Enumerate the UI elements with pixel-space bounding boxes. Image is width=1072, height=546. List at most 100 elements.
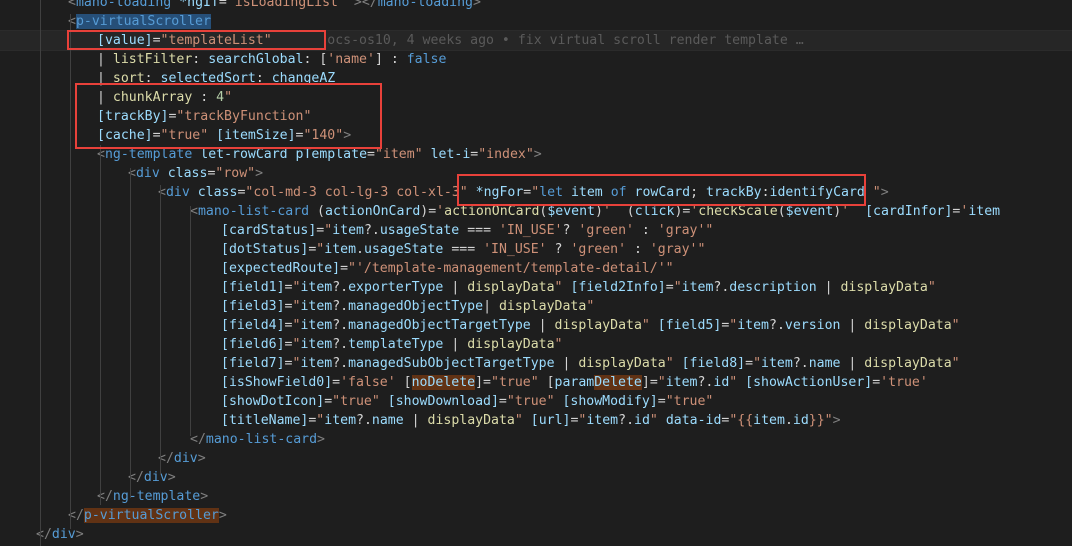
code-line[interactable]: </ng-template> <box>0 487 1072 506</box>
code-token: searchGlobal <box>208 52 304 67</box>
code-token: " <box>514 413 523 428</box>
code-token: changeAZ <box>271 71 336 86</box>
code-token: ? <box>546 242 571 257</box>
code-token: " <box>649 413 658 428</box>
code-token: item <box>968 204 1001 219</box>
code-token: = <box>498 394 507 409</box>
code-line[interactable]: <mano-loading *ngIf="isLoadingList" ></m… <box>0 0 1072 12</box>
code-token: item <box>665 375 698 390</box>
code-token: </ <box>190 432 206 447</box>
code-token: [trackBy] <box>97 109 169 124</box>
code-line[interactable]: | sort: selectedSort: changeAZ <box>0 69 1072 88</box>
code-token: param <box>554 375 595 390</box>
code-token: usageState <box>379 223 460 238</box>
code-token: div <box>165 185 190 200</box>
code-token: displayData <box>554 318 642 333</box>
code-line[interactable]: <ng-template let-rowCard pTemplate="item… <box>0 145 1072 164</box>
code-line[interactable]: <div class="row"> <box>0 164 1072 183</box>
code-token: displayData <box>427 413 515 428</box>
code-token: > <box>75 527 84 542</box>
code-token: ' <box>841 204 850 219</box>
code-token: | <box>840 318 865 333</box>
code-token: ; <box>690 185 707 200</box>
code-token: "trackByFunction" <box>176 109 312 124</box>
code-line[interactable]: | chunkArray : 4" <box>0 88 1072 107</box>
code-token: | <box>97 52 113 67</box>
code-token: ?. <box>363 223 380 238</box>
code-token: " <box>697 242 706 257</box>
code-token: }}" <box>808 413 833 428</box>
code-token: 'gray' <box>649 242 698 257</box>
code-token: > <box>343 128 352 143</box>
code-token: > <box>473 0 481 10</box>
code-token: > <box>880 185 889 200</box>
code-token: item <box>324 242 357 257</box>
code-token: | <box>443 280 468 295</box>
code-token: ?. <box>618 413 635 428</box>
code-token: [field5] <box>657 318 722 333</box>
code-token: ?. <box>769 318 785 333</box>
code-token: ' <box>602 204 611 219</box>
code-token: 'IN_USE' <box>483 242 547 257</box>
code-line[interactable]: <p-virtualScroller <box>0 12 1072 31</box>
code-line[interactable]: [trackBy]="trackByFunction" <box>0 107 1072 126</box>
code-token: [isShowField0] <box>221 375 333 390</box>
code-token: item <box>300 337 333 352</box>
code-token: ) <box>595 204 603 219</box>
code-token: [value] <box>97 33 153 48</box>
code-token: ?. <box>332 280 349 295</box>
code-token: item <box>300 318 333 333</box>
code-token: "row" <box>215 166 256 181</box>
code-line[interactable]: | listFilter: searchGlobal: ['name'] : f… <box>0 50 1072 69</box>
code-token: > <box>197 451 206 466</box>
code-line[interactable]: </p-virtualScroller> <box>0 506 1072 525</box>
code-token: displayData <box>467 280 555 295</box>
code-token: id <box>792 413 809 428</box>
indent-guide <box>70 14 71 529</box>
code-token: div <box>143 470 168 485</box>
code-line[interactable]: [value]="templateList" ocs-os10, 4 weeks… <box>0 30 1072 51</box>
code-token: managedSubObjectTargetType <box>348 356 555 371</box>
code-token: : <box>144 71 161 86</box>
code-token: id <box>634 413 650 428</box>
code-token: "140" <box>303 128 344 143</box>
code-token: div <box>135 166 160 181</box>
code-token: " <box>753 356 762 371</box>
code-token: " <box>531 185 540 200</box>
code-token: class <box>167 166 208 181</box>
code-token: : <box>192 52 209 67</box>
code-token: item <box>570 185 603 200</box>
code-token: " <box>927 280 936 295</box>
code-token: " <box>657 375 666 390</box>
code-token: ?. <box>713 280 730 295</box>
code-token: === <box>459 223 499 238</box>
code-token: | <box>97 71 113 86</box>
code-token: displayData <box>578 356 666 371</box>
code-token: " <box>673 280 682 295</box>
code-token: managedObjectTargetType <box>348 318 531 333</box>
code-token: displayData <box>840 280 928 295</box>
code-token: " <box>665 356 674 371</box>
code-token: < <box>68 0 76 10</box>
code-token: name <box>371 413 404 428</box>
indent-guide <box>40 0 41 546</box>
code-token: [cardInfor] <box>865 204 953 219</box>
code-token: . <box>356 242 364 257</box>
code-token: let-i <box>430 147 471 162</box>
code-line[interactable]: </div> <box>0 525 1072 544</box>
code-line[interactable]: [cache]="true" [itemSize]="140"> <box>0 126 1072 145</box>
code-token: displayData <box>498 299 587 314</box>
code-token: = <box>665 280 674 295</box>
code-token: " <box>641 318 650 333</box>
code-token: 'false' <box>340 375 396 390</box>
code-token: "true" <box>332 394 380 409</box>
code-token: > <box>255 166 264 181</box>
code-token: displayData <box>467 337 555 352</box>
code-editor[interactable]: <mano-loading *ngIf="isLoadingList" ></m… <box>0 0 1072 546</box>
code-token: [url] <box>530 413 571 428</box>
